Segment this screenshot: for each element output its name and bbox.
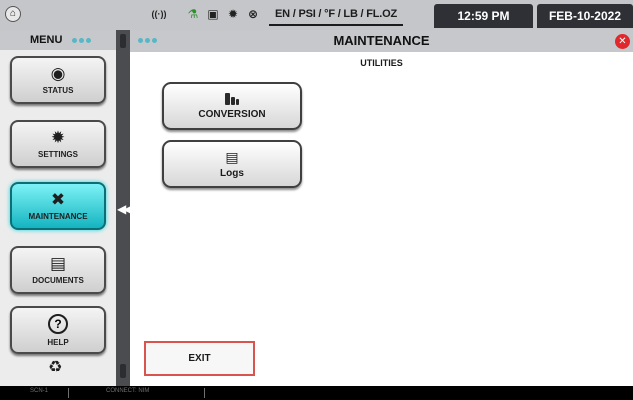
sidebar-item-settings[interactable]: ✹ SETTINGS xyxy=(10,120,106,168)
splitter-grip-top[interactable] xyxy=(120,34,126,48)
logs-button[interactable]: ▤ Logs xyxy=(162,140,302,188)
help-icon: ? xyxy=(48,313,68,334)
clipboard-icon: ▣ xyxy=(207,7,219,21)
exit-button[interactable]: EXIT xyxy=(144,341,255,376)
weights-icon xyxy=(225,92,239,105)
microscope-icon: ⚗ xyxy=(187,7,199,21)
section-title: UTILITIES xyxy=(360,58,403,68)
status-bar: ⌂ ((·)) ⚗ ▣ ✹ ⊗ EN / PSI / °F / LB / FL.… xyxy=(0,0,633,30)
sidebar-item-label: HELP xyxy=(47,337,69,347)
wrench-icon: ✖ xyxy=(50,190,66,209)
date-display: FEB-10-2022 xyxy=(537,4,633,28)
gear-icon: ✹ xyxy=(227,7,239,21)
splitter-grip-bottom[interactable] xyxy=(120,364,126,378)
menu-dots-icon xyxy=(72,37,92,43)
sidebar-splitter[interactable]: ◀◀ xyxy=(116,30,133,386)
sidebar-item-label: MAINTENANCE xyxy=(28,212,88,221)
exit-label: EXIT xyxy=(188,353,211,364)
wireless-icon: ((·)) xyxy=(151,8,167,19)
network-icon: ⊗ xyxy=(247,7,259,21)
collapse-sidebar-icon[interactable]: ◀◀ xyxy=(117,202,133,216)
panel-titlebar: MAINTENANCE ✕ xyxy=(130,30,633,52)
main-content: UTILITIES CONVERSION ▤ Logs EXIT xyxy=(130,52,633,386)
gauge-icon: ◉ xyxy=(50,64,66,83)
sidebar-item-label: SETTINGS xyxy=(37,150,78,159)
screen-id-text: SCN-1 xyxy=(30,388,49,394)
sidebar-item-label: DOCUMENTS xyxy=(32,276,84,285)
gear-icon: ✹ xyxy=(50,128,66,147)
bottom-separator xyxy=(204,388,205,398)
connection-text: CONNECT: NIM xyxy=(106,388,150,394)
sidebar: MENU ◉ STATUS ✹ SETTINGS ✖ MAINTENANCE ▤… xyxy=(0,30,116,386)
menu-label: MENU xyxy=(30,34,63,46)
home-icon[interactable]: ⌂ xyxy=(5,6,21,22)
sidebar-item-status[interactable]: ◉ STATUS xyxy=(10,56,106,104)
units-selector[interactable]: EN / PSI / °F / LB / FL.OZ xyxy=(269,8,404,26)
sidebar-item-help[interactable]: ? HELP xyxy=(10,306,106,354)
logs-label: Logs xyxy=(220,167,244,179)
log-file-icon: ▤ xyxy=(225,148,239,165)
close-button[interactable]: ✕ xyxy=(615,34,630,49)
conversion-button[interactable]: CONVERSION xyxy=(162,82,302,130)
page-title: MAINTENANCE xyxy=(333,33,430,48)
bottom-bar: SCN-1 CONNECT: NIM xyxy=(0,386,633,400)
status-icons: ((·)) ⚗ ▣ ✹ ⊗ xyxy=(148,6,260,22)
bottom-separator xyxy=(68,388,69,398)
document-icon: ▤ xyxy=(49,254,67,273)
conversion-label: CONVERSION xyxy=(198,108,266,120)
recycle-icon[interactable]: ♻ xyxy=(48,360,62,376)
clock-display: 12:59 PM xyxy=(434,4,533,28)
sidebar-item-label: STATUS xyxy=(42,86,74,95)
sidebar-item-maintenance[interactable]: ✖ MAINTENANCE xyxy=(10,182,106,230)
sidebar-item-documents[interactable]: ▤ DOCUMENTS xyxy=(10,246,106,294)
menu-header: MENU xyxy=(0,30,116,50)
